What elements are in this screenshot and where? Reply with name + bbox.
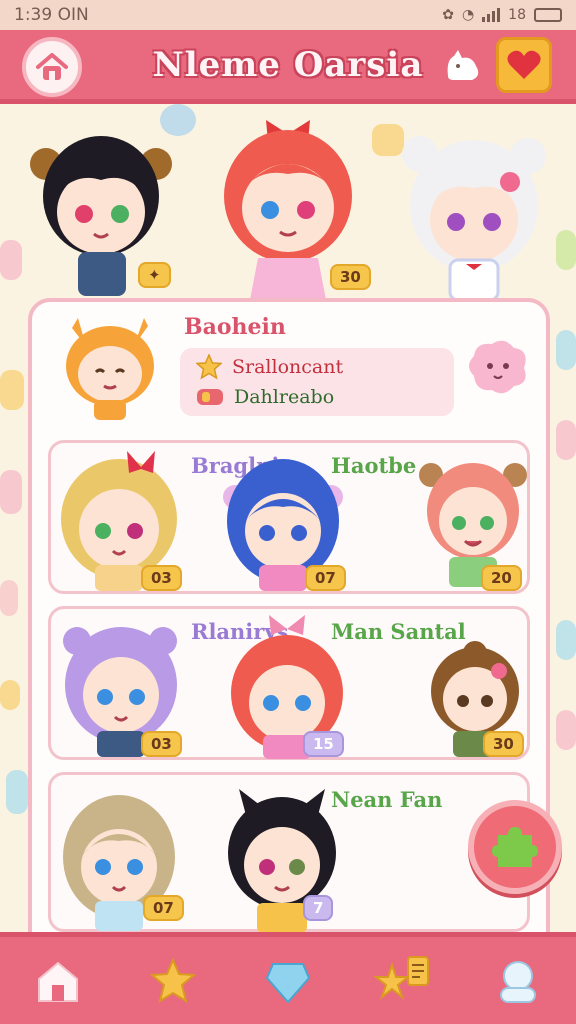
confetti: [556, 620, 576, 660]
heart-icon: [507, 50, 541, 79]
cloud-mascot-icon: [469, 340, 526, 394]
nav-home[interactable]: [28, 951, 88, 1011]
confetti: [0, 470, 22, 514]
level-badge: 07: [305, 565, 346, 591]
status-time: 1:39 OIN: [14, 5, 89, 25]
confetti: [6, 770, 28, 814]
stat-text: Sralloncant: [232, 356, 344, 378]
stat-row: Sralloncant: [196, 354, 343, 380]
confetti: [0, 580, 18, 616]
confetti: [0, 680, 20, 710]
cat-icon[interactable]: [442, 46, 484, 88]
page-title: Nleme Oarsia: [152, 44, 424, 85]
status-bar: 1:39 OIN ✿ ◔ 18: [0, 0, 576, 30]
level-badge: 20: [481, 565, 522, 591]
confetti: [556, 330, 576, 370]
home-icon: [37, 961, 78, 1002]
character-card[interactable]: Braglni Haotbe 03 07 20: [48, 440, 530, 594]
featured-name: Baohein: [184, 314, 286, 340]
status-battery-text: 18: [508, 7, 526, 23]
star-icon: [196, 354, 222, 380]
level-badge: 07: [143, 895, 184, 921]
home-icon: [36, 53, 68, 80]
signal-icon: [482, 8, 501, 22]
confetti: [556, 710, 576, 750]
nav-profile[interactable]: [488, 951, 548, 1011]
confetti: [0, 370, 24, 410]
confetti: [556, 420, 576, 460]
level-badge: 03: [141, 565, 182, 591]
bottom-navigation: [0, 932, 576, 1024]
gem-icon: [265, 962, 311, 1004]
nav-favorites[interactable]: [143, 951, 203, 1011]
wifi-icon: ◔: [461, 7, 475, 23]
confetti: [556, 230, 576, 270]
status-icons: ✿ ◔ 18: [442, 7, 562, 23]
character-portrait[interactable]: [396, 126, 556, 300]
favorites-button[interactable]: [496, 37, 552, 93]
star-note-icon: [374, 955, 430, 1000]
level-badge: 03: [141, 731, 182, 757]
battery-icon: [534, 8, 562, 22]
level-badge: 7: [303, 895, 334, 921]
level-badge: 30: [330, 264, 371, 290]
level-badge: 30: [483, 731, 524, 757]
nav-collection[interactable]: [258, 951, 318, 1011]
stat-text: Dahlreabo: [234, 386, 335, 408]
gem-icon: [197, 389, 223, 405]
featured-character[interactable]: Baohein Sralloncant Dahlreabo: [46, 312, 526, 424]
character-name: Nean Fan: [331, 787, 443, 812]
nav-quests[interactable]: [373, 951, 433, 1011]
featured-portrait: [66, 318, 154, 420]
puzzle-action-button[interactable]: [468, 800, 562, 894]
settings-icon: ✿: [442, 7, 454, 23]
stat-row: Dahlreabo: [196, 386, 334, 408]
character-card[interactable]: Rlanirys Man Santal 03 15 30: [48, 606, 530, 760]
puzzle-piece-icon: [492, 827, 538, 867]
level-badge: 15: [303, 731, 344, 757]
star-icon: [149, 957, 196, 1003]
featured-stats: Sralloncant Dahlreabo: [180, 348, 454, 416]
home-button[interactable]: [22, 37, 82, 97]
app-header: Nleme Oarsia: [0, 30, 576, 104]
character-card[interactable]: Nean Fan 07 7: [48, 772, 530, 933]
confetti: [0, 240, 22, 280]
profile-icon: [500, 960, 537, 1003]
level-badge: ✦: [138, 262, 171, 288]
